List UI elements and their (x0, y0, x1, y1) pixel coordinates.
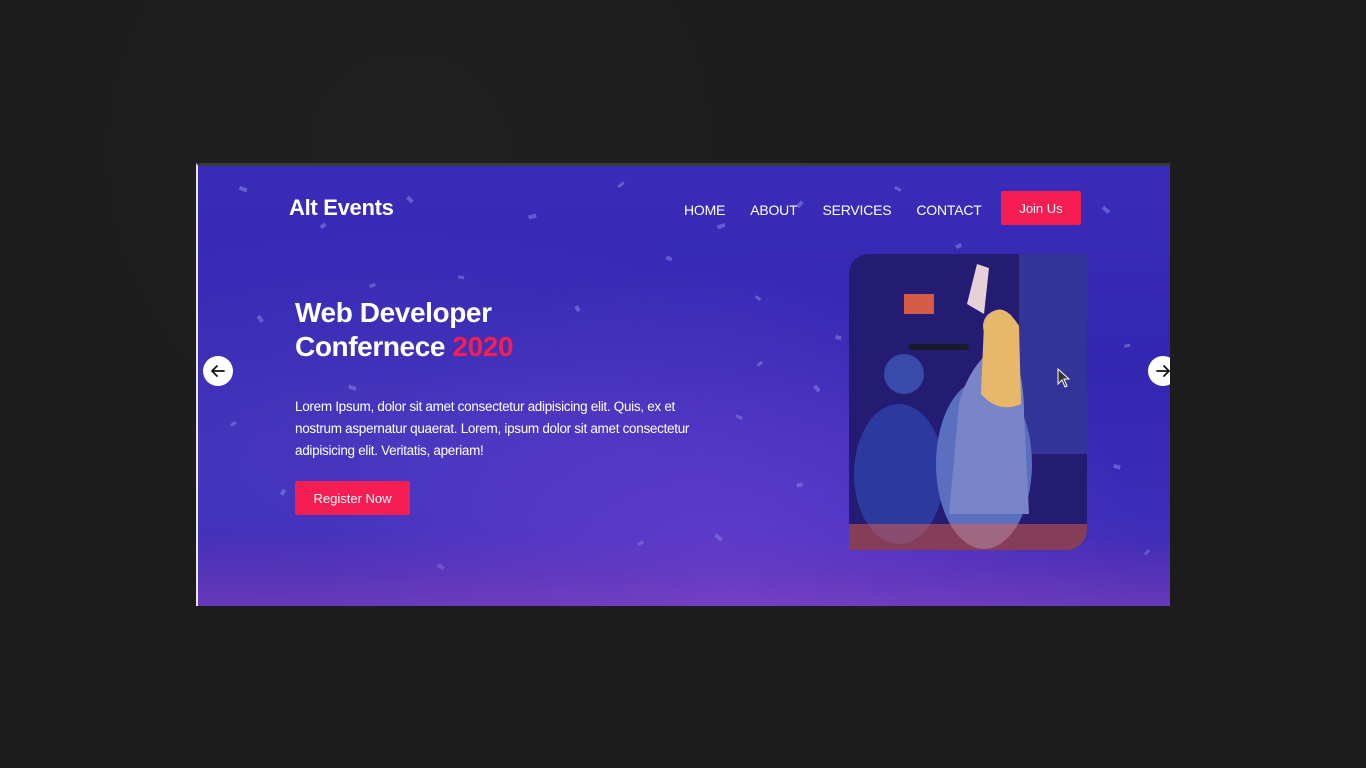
arrow-left-icon (211, 365, 225, 377)
main-nav: HOME ABOUT SERVICES CONTACT (684, 202, 1007, 218)
nav-services[interactable]: SERVICES (822, 202, 891, 218)
join-us-button[interactable]: Join Us (1001, 191, 1081, 225)
hero-section: Alt Events HOME ABOUT SERVICES CONTACT J… (196, 163, 1170, 606)
hero-description: Lorem Ipsum, dolor sit amet consectetur … (295, 399, 690, 458)
register-now-button[interactable]: Register Now (295, 481, 410, 515)
nav-home[interactable]: HOME (684, 202, 725, 218)
nav-about[interactable]: ABOUT (750, 202, 797, 218)
hero-title-line1: Web Developer (295, 297, 492, 328)
performer-illustration (849, 254, 1087, 550)
arrow-right-icon (1156, 365, 1170, 377)
site-logo[interactable]: Alt Events (289, 195, 394, 221)
speaker-photo (849, 254, 1087, 550)
hero-title-year: 2020 (452, 331, 514, 362)
hero-title-line2: Confernece (295, 331, 453, 362)
nav-contact[interactable]: CONTACT (916, 202, 981, 218)
hero-title: Web Developer Confernece 2020 (295, 296, 514, 364)
mouse-cursor-icon (1057, 368, 1071, 388)
slider-next-button[interactable] (1148, 356, 1170, 386)
slider-prev-button[interactable] (203, 356, 233, 386)
